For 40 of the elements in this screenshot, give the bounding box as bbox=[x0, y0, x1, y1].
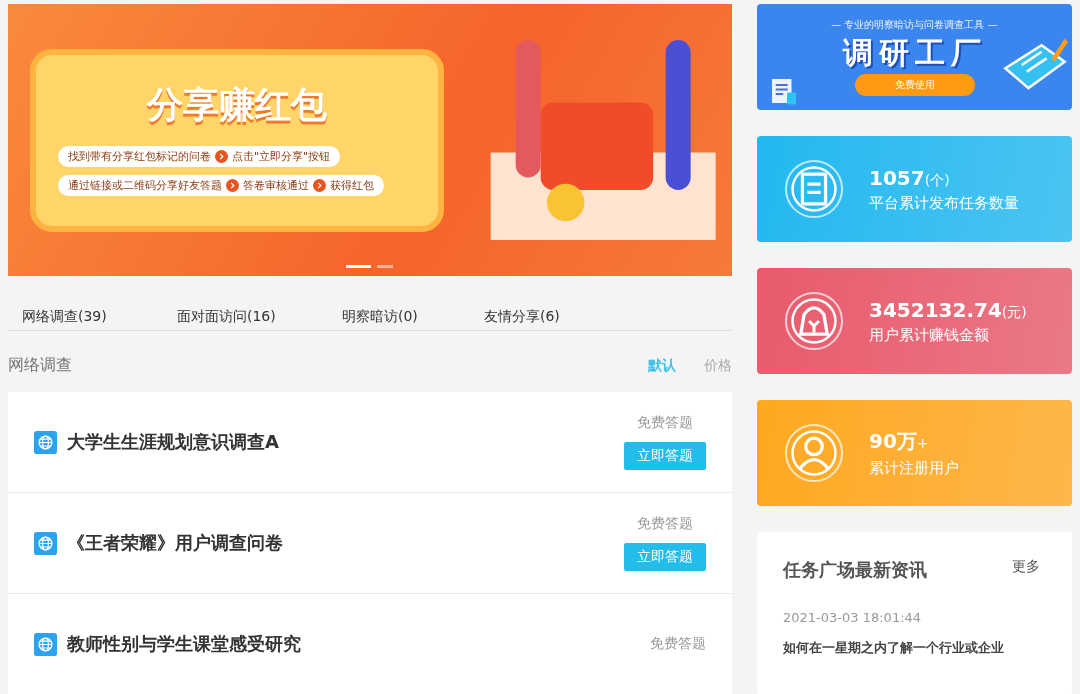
ad-title: 调研工厂 bbox=[842, 35, 987, 71]
stat-value: 3452132.74(元) bbox=[869, 297, 1027, 322]
price-label: 免费答题 bbox=[637, 515, 693, 533]
stat-value: 90万+ bbox=[869, 428, 930, 455]
step-text: 点击"立即分享"按钮 bbox=[232, 148, 331, 164]
chevron-icon bbox=[313, 178, 326, 192]
more-link[interactable]: 更多 bbox=[1012, 558, 1040, 576]
survey-title[interactable]: 《王者荣耀》用户调查问卷 bbox=[67, 531, 614, 555]
stat-label: 用户累计赚钱金额 bbox=[869, 325, 990, 345]
carousel-indicator[interactable] bbox=[377, 265, 393, 268]
category-tab[interactable]: 面对面访问(16) bbox=[177, 308, 342, 326]
chevron-icon bbox=[215, 149, 228, 163]
promo-banner[interactable]: 分享赚红包 找到带有分享红包标记的问卷 点击"立即分享"按钮 通过链接或二维码分享好友答题 答卷审核通过 获得红包 bbox=[8, 4, 732, 276]
survey-title[interactable]: 大学生生涯规划意识调查A bbox=[67, 430, 614, 454]
ad-tagline: — 专业的明察暗访与问卷调查工具 — bbox=[831, 18, 998, 32]
price-label: 免费答题 bbox=[637, 414, 693, 432]
globe-icon bbox=[34, 531, 57, 555]
chevron-icon bbox=[226, 178, 239, 192]
stat-label: 平台累计发布任务数量 bbox=[869, 193, 1019, 213]
news-heading: 任务广场最新资讯 bbox=[783, 558, 927, 582]
stat-label: 累计注册用户 bbox=[869, 459, 959, 478]
carousel-indicator[interactable] bbox=[346, 265, 371, 268]
stat-value: 1057(个) bbox=[869, 165, 951, 190]
step-text: 找到带有分享红包标记的问卷 bbox=[68, 148, 211, 164]
category-tab[interactable]: 明察暗访(0) bbox=[342, 308, 484, 326]
step-text: 通过链接或二维码分享好友答题 bbox=[68, 177, 222, 193]
step-text: 答卷审核通过 bbox=[243, 177, 309, 193]
price-label: 免费答题 bbox=[650, 635, 706, 653]
survey-title[interactable]: 教师性别与学生课堂感受研究 bbox=[67, 632, 640, 656]
globe-icon bbox=[34, 430, 57, 454]
section-title: 网络调查 bbox=[8, 355, 72, 376]
document-icon bbox=[769, 76, 799, 106]
news-date: 2021-03-03 18:01:44 bbox=[783, 610, 923, 625]
category-tab[interactable]: 网络调查(39) bbox=[22, 308, 177, 326]
banner-headline: 分享赚红包 bbox=[146, 82, 327, 127]
globe-icon bbox=[34, 632, 57, 656]
category-tab[interactable]: 友情分享(6) bbox=[484, 308, 639, 326]
step-text: 获得红包 bbox=[330, 177, 374, 193]
ad-banner[interactable]: — 专业的明察暗访与问卷调查工具 — 调研工厂 免费使用 bbox=[757, 4, 1072, 110]
news-title[interactable]: 如何在一星期之内了解一个行业或企业 bbox=[783, 639, 1046, 657]
